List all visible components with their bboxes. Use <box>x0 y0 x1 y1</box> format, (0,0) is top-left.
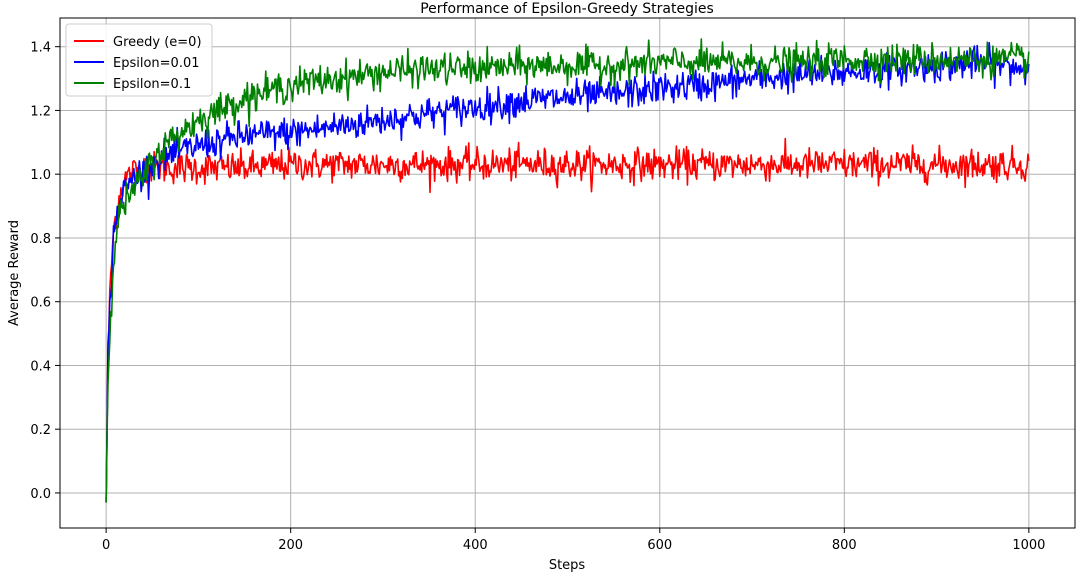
y-tick-label: 0.8 <box>30 232 51 247</box>
y-axis-label: Average Reward <box>7 220 22 326</box>
y-tick-label: 0.4 <box>30 359 51 374</box>
y-tick-label: 0.0 <box>30 487 51 502</box>
y-tick-label: 1.4 <box>30 41 51 56</box>
x-axis-label: Steps <box>549 558 586 573</box>
legend-label: Epsilon=0.01 <box>113 56 200 71</box>
x-tick-label: 200 <box>278 538 303 553</box>
x-tick-label: 400 <box>463 538 488 553</box>
legend-label: Epsilon=0.1 <box>113 77 191 92</box>
x-tick-label: 600 <box>647 538 672 553</box>
x-tick-label: 800 <box>832 538 857 553</box>
y-tick-label: 0.2 <box>30 423 51 438</box>
y-tick-label: 0.6 <box>30 296 51 311</box>
legend-label: Greedy (e=0) <box>113 35 202 50</box>
y-tick-label: 1.0 <box>30 168 51 183</box>
legend: Greedy (e=0) Epsilon=0.01 Epsilon=0.1 <box>65 23 213 97</box>
x-tick-label: 0 <box>102 538 110 553</box>
chart: Performance of Epsilon-Greedy Strategies… <box>0 0 1085 577</box>
y-tick-label: 1.2 <box>30 104 51 119</box>
x-tick-label: 1000 <box>1012 538 1045 553</box>
chart-title: Performance of Epsilon-Greedy Strategies <box>420 1 714 17</box>
